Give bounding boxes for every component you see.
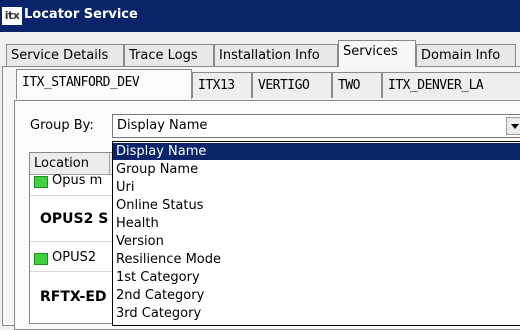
- window-title: Locator Service: [24, 7, 138, 22]
- grid-row-name[interactable]: Opus m: [52, 173, 102, 188]
- group-by-dropdown-list: Display Name Group Name Uri Online Statu…: [112, 141, 520, 326]
- tab-trace-logs[interactable]: Trace Logs: [124, 44, 214, 66]
- app-logo: itx: [2, 7, 22, 25]
- status-online-icon: [34, 176, 48, 188]
- tab-domain-info[interactable]: Domain Info: [416, 44, 516, 66]
- option-online-status[interactable]: Online Status: [113, 197, 520, 214]
- subtab-itx-denver-la[interactable]: ITX_DENVER_LA: [382, 72, 520, 98]
- status-online-icon: [34, 253, 48, 265]
- option-version[interactable]: Version: [113, 233, 520, 250]
- column-header-location[interactable]: Location: [30, 153, 110, 174]
- subtab-itx-stanford-dev[interactable]: ITX_STANFORD_DEV: [16, 69, 192, 99]
- option-health[interactable]: Health: [113, 215, 520, 232]
- chevron-down-icon[interactable]: [506, 117, 520, 135]
- option-1st-category[interactable]: 1st Category: [113, 269, 520, 286]
- tab-services[interactable]: Services: [338, 40, 416, 67]
- option-display-name[interactable]: Display Name: [113, 143, 520, 160]
- option-group-name[interactable]: Group Name: [113, 161, 520, 178]
- group-by-value: Display Name: [117, 118, 208, 133]
- grid-row-name[interactable]: OPUS2: [52, 250, 96, 265]
- subtab-itx13[interactable]: ITX13: [192, 72, 252, 98]
- grid-group-heading[interactable]: RFTX-ED: [40, 289, 107, 305]
- option-resilience-mode[interactable]: Resilience Mode: [113, 251, 520, 268]
- grid-group-heading[interactable]: OPUS2 S: [40, 211, 108, 227]
- subtab-two[interactable]: TWO: [332, 72, 382, 98]
- group-by-label: Group By:: [30, 118, 94, 133]
- group-by-select[interactable]: Display Name: [112, 114, 520, 138]
- option-3rd-category[interactable]: 3rd Category: [113, 305, 520, 322]
- option-2nd-category[interactable]: 2nd Category: [113, 287, 520, 304]
- tab-installation-info[interactable]: Installation Info: [214, 44, 338, 66]
- tab-service-details[interactable]: Service Details: [6, 44, 124, 66]
- option-uri[interactable]: Uri: [113, 179, 520, 196]
- title-bar: itx Locator Service: [0, 0, 520, 32]
- subtab-vertigo[interactable]: VERTIGO: [252, 72, 332, 98]
